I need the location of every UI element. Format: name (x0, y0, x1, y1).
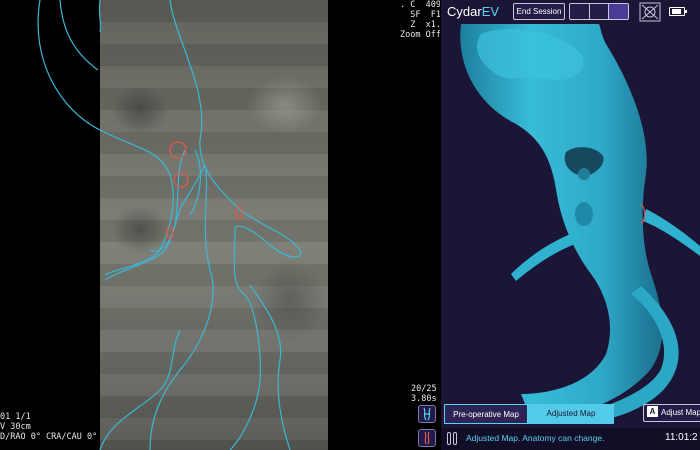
frame-counter-readout: 20/25 3.80s (411, 384, 437, 404)
map-mode-tabs: Pre-operative Map Adjusted Map (444, 404, 614, 424)
layout-option-2[interactable] (589, 4, 610, 19)
tab-adjusted-map[interactable]: Adjusted Map (528, 404, 614, 424)
end-session-button[interactable]: End Session (513, 3, 565, 20)
vessel-view-icon[interactable] (418, 405, 436, 423)
status-message: Adjusted Map. Anatomy can change. (466, 433, 605, 443)
battery-icon (669, 7, 687, 16)
imaging-parameters-readout: . C 4095 SF F10 Z x1.0 Zoom Off (400, 0, 440, 40)
layout-toggle[interactable] (569, 3, 629, 20)
layout-option-3[interactable] (609, 4, 628, 19)
fluoro-view-icon[interactable] (418, 429, 436, 447)
adjust-map-label: Adjust Map (661, 408, 700, 417)
app-logo: CydarEV (447, 4, 500, 19)
tab-pre-operative-map[interactable]: Pre-operative Map (444, 404, 528, 424)
target-icon[interactable] (639, 2, 661, 22)
vessel-overlay (37, 0, 302, 450)
keyboard-shortcut-badge: A (647, 406, 658, 417)
top-bar: CydarEV End Session (441, 0, 700, 24)
pause-icon[interactable] (447, 432, 459, 445)
aorta-3d-model (460, 24, 700, 424)
acquisition-info-readout: 01 1/1 V 30cm D/RAO 0° CRA/CAU 0° (0, 412, 98, 442)
status-bar: Adjusted Map. Anatomy can change. 11:01:… (441, 428, 700, 450)
cydar-panel: CydarEV End Session (441, 0, 700, 450)
layout-option-1[interactable] (570, 4, 590, 19)
adjust-map-button[interactable]: A Adjust Map (643, 404, 700, 422)
fluoroscopy-view: . C 4095 SF F10 Z x1.0 Zoom Off 01 1/1 V… (0, 0, 440, 450)
clock: 11:01:2 (665, 432, 698, 443)
